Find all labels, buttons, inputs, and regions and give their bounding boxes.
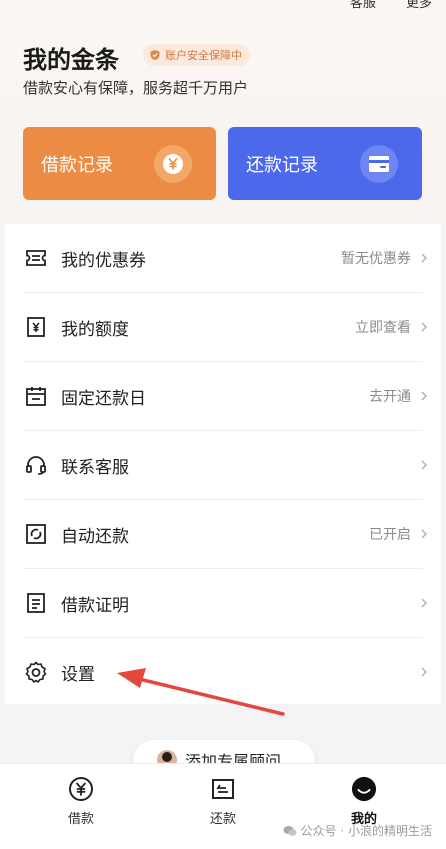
menu-item-value: 立即查看 xyxy=(355,320,411,336)
tab-label: 还款 xyxy=(209,812,236,827)
menu-item-label: 设置 xyxy=(61,664,95,685)
auto-repay-icon xyxy=(23,521,49,547)
repay-icon xyxy=(210,776,236,802)
menu-item-auto-repay[interactable]: 自动还款 已开启 xyxy=(5,500,441,568)
headset-icon xyxy=(23,452,49,478)
tab-mine[interactable]: 我的 xyxy=(334,776,394,827)
menu-item-quota[interactable]: 我的额度 立即查看 xyxy=(5,293,441,361)
repay-records-button[interactable]: 还款记录 xyxy=(228,127,422,200)
menu-item-settings[interactable]: 设置 xyxy=(5,638,441,706)
menu-list: 我的优惠券 暂无优惠券 我的额度 立即查看 固定还款日 去开通 联系客服 自动还… xyxy=(5,224,441,704)
watermark-text: 公众号 · 小浪的精明生活 xyxy=(300,824,432,838)
top-links: 客服 更多 xyxy=(350,0,432,11)
borrow-records-label: 借款记录 xyxy=(41,154,113,176)
smile-icon xyxy=(351,776,377,802)
menu-item-value: 已开启 xyxy=(369,527,411,543)
menu-item-label: 借款证明 xyxy=(61,595,129,616)
calendar-icon xyxy=(23,383,49,409)
menu-item-label: 自动还款 xyxy=(61,526,129,547)
menu-item-value: 暂无优惠券 xyxy=(341,251,411,267)
menu-item-fixed-repay-day[interactable]: 固定还款日 去开通 xyxy=(5,362,441,430)
tab-repay[interactable]: 还款 xyxy=(193,776,253,827)
chevron-right-icon xyxy=(421,253,427,263)
security-badge-text: 账户安全保障中 xyxy=(165,49,242,62)
gear-icon xyxy=(23,659,49,685)
ticket-icon xyxy=(23,245,49,271)
more-link[interactable]: 更多 xyxy=(406,0,432,11)
yuan-icon xyxy=(68,776,94,802)
page-subtitle: 借款安心有保障，服务超千万用户 xyxy=(23,79,249,97)
customer-service-link[interactable]: 客服 xyxy=(350,0,376,11)
tab-borrow[interactable]: 借款 xyxy=(51,776,111,827)
chevron-right-icon xyxy=(421,529,427,539)
menu-item-label: 固定还款日 xyxy=(61,388,146,409)
watermark: 公众号 · 小浪的精明生活 xyxy=(283,822,432,839)
borrow-records-button[interactable]: 借款记录 xyxy=(23,127,216,200)
page-title: 我的金条 xyxy=(23,46,119,74)
chevron-right-icon xyxy=(421,667,427,677)
chevron-right-icon xyxy=(421,598,427,608)
chevron-right-icon xyxy=(421,391,427,401)
menu-item-label: 我的优惠券 xyxy=(61,250,146,271)
security-badge: 账户安全保障中 xyxy=(143,44,250,66)
wechat-icon xyxy=(283,825,297,836)
menu-item-customer-service[interactable]: 联系客服 xyxy=(5,431,441,499)
chevron-right-icon xyxy=(421,460,427,470)
chevron-right-icon xyxy=(421,322,427,332)
tab-label: 借款 xyxy=(67,812,94,827)
shield-icon xyxy=(150,50,160,60)
yuan-icon xyxy=(154,145,192,183)
menu-item-coupons[interactable]: 我的优惠券 暂无优惠券 xyxy=(5,224,441,292)
menu-item-loan-certificate[interactable]: 借款证明 xyxy=(5,569,441,637)
card-icon xyxy=(360,145,398,183)
menu-item-value: 去开通 xyxy=(369,389,411,405)
repay-records-label: 还款记录 xyxy=(246,154,318,176)
menu-item-label: 我的额度 xyxy=(61,319,129,340)
quota-icon xyxy=(23,314,49,340)
document-icon xyxy=(23,590,49,616)
menu-item-label: 联系客服 xyxy=(61,457,129,478)
